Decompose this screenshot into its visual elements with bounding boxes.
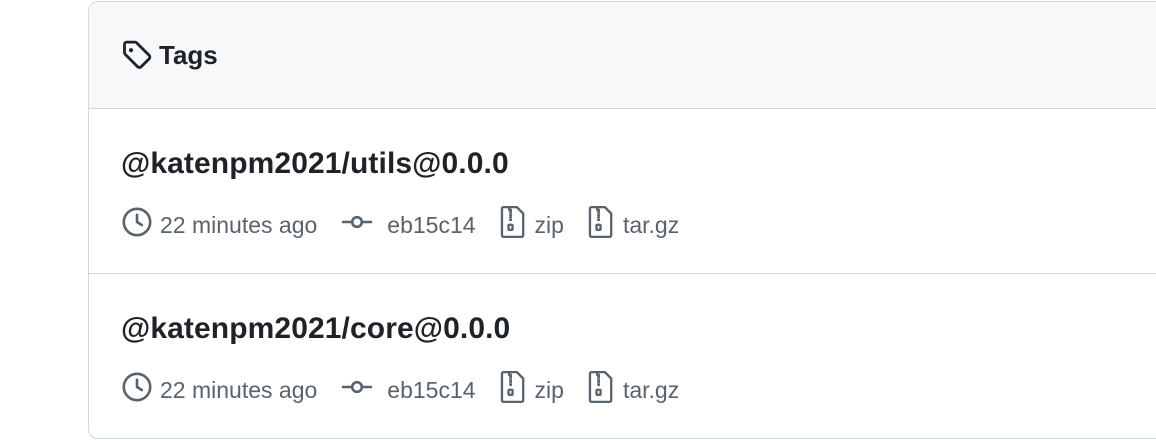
tag-name-link[interactable]: @katenpm2021/utils@0.0.0 bbox=[121, 147, 509, 181]
file-zip-icon bbox=[588, 370, 614, 410]
file-zip-icon bbox=[588, 205, 614, 245]
tags-header: Tags bbox=[89, 2, 1156, 109]
zip-download-link[interactable]: zip bbox=[500, 370, 564, 410]
tag-meta: 22 minutes ago eb15c14 zip tar.gz bbox=[121, 205, 703, 245]
commit-sha: eb15c14 bbox=[387, 376, 476, 403]
commit-link[interactable]: eb15c14 bbox=[341, 371, 476, 409]
git-commit-icon bbox=[341, 371, 373, 409]
tag-time-text: 22 minutes ago bbox=[160, 211, 318, 238]
tag-name-link[interactable]: @katenpm2021/core@0.0.0 bbox=[121, 312, 510, 346]
tag-meta: 22 minutes ago eb15c14 zip tar.gz bbox=[121, 370, 703, 410]
clock-icon bbox=[121, 206, 153, 244]
zip-download-link[interactable]: zip bbox=[500, 205, 564, 245]
targz-label: tar.gz bbox=[622, 376, 680, 403]
tag-icon bbox=[121, 39, 153, 71]
file-zip-icon bbox=[500, 205, 526, 245]
clock-icon bbox=[121, 371, 153, 409]
tag-time: 22 minutes ago bbox=[121, 206, 317, 244]
tag-row: @katenpm2021/utils@0.0.0 22 minutes ago bbox=[89, 109, 1156, 273]
file-zip-icon bbox=[500, 370, 526, 410]
tags-box: Tags @katenpm2021/utils@0.0.0 22 minutes… bbox=[88, 1, 1156, 439]
tag-time: 22 minutes ago bbox=[121, 371, 317, 409]
zip-label: zip bbox=[534, 376, 564, 403]
tag-time-text: 22 minutes ago bbox=[160, 376, 318, 403]
git-commit-icon bbox=[341, 206, 373, 244]
tags-title: Tags bbox=[159, 39, 218, 70]
zip-label: zip bbox=[534, 211, 564, 238]
tag-row: @katenpm2021/core@0.0.0 22 minutes ago e… bbox=[89, 273, 1156, 437]
targz-label: tar.gz bbox=[622, 211, 680, 238]
targz-download-link[interactable]: tar.gz bbox=[588, 205, 679, 245]
commit-sha: eb15c14 bbox=[387, 211, 476, 238]
targz-download-link[interactable]: tar.gz bbox=[588, 370, 679, 410]
commit-link[interactable]: eb15c14 bbox=[341, 206, 476, 244]
